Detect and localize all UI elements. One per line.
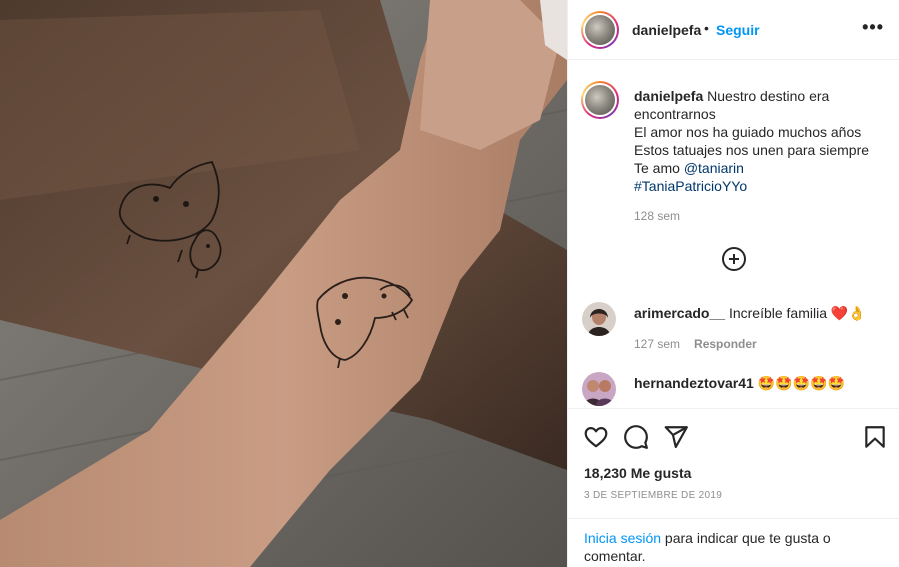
- reply-button[interactable]: Responder: [694, 337, 757, 351]
- caption-line: El amor nos ha guiado muchos años: [634, 124, 862, 140]
- heart-icon[interactable]: [583, 424, 609, 450]
- tattoo-photo: [0, 0, 567, 567]
- post-header: danielpefa • Seguir •••: [568, 0, 899, 60]
- mention-link[interactable]: @taniarin: [684, 160, 744, 176]
- bookmark-icon[interactable]: [862, 424, 888, 450]
- comment-text: hernandeztovar41 🤩🤩🤩🤩🤩: [634, 375, 845, 392]
- hashtag-link[interactable]: #TaniaPatricioYYo: [634, 177, 884, 195]
- share-icon[interactable]: [663, 424, 689, 450]
- comment-icon[interactable]: [623, 424, 649, 450]
- comment-body: Increíble familia: [728, 305, 827, 321]
- caption-line: encontrarnos: [634, 106, 716, 122]
- comment-emoji: 🤩🤩🤩🤩🤩: [757, 375, 845, 391]
- login-prompt: Inicia sesión para indicar que te gusta …: [568, 518, 899, 567]
- post-actions: 18,230 Me gusta 3 DE SEPTIEMBRE DE 2019 …: [568, 408, 899, 567]
- likes-count[interactable]: 18,230 Me gusta: [584, 465, 691, 481]
- author-username[interactable]: danielpefa: [632, 22, 701, 38]
- post-sidebar: danielpefa • Seguir ••• danielpefa Nuest…: [567, 0, 899, 567]
- caption-mention-prefix: Te amo: [634, 160, 684, 176]
- separator-dot: •: [704, 20, 709, 36]
- comment-meta: 127 sem Responder: [634, 337, 757, 351]
- author-avatar[interactable]: [581, 11, 619, 49]
- commenter-username[interactable]: hernandeztovar41: [634, 375, 754, 391]
- login-link[interactable]: Inicia sesión: [584, 530, 661, 546]
- more-options-icon[interactable]: •••: [862, 18, 884, 36]
- login-prompt-text: Inicia sesión para indicar que te gusta …: [584, 529, 884, 565]
- follow-button[interactable]: Seguir: [716, 22, 760, 38]
- commenter-avatar[interactable]: [582, 372, 616, 406]
- caption-text: danielpefa Nuestro destino era encontrar…: [634, 87, 884, 195]
- caption-username[interactable]: danielpefa: [634, 88, 703, 104]
- comment-emoji: ❤️👌: [830, 305, 866, 321]
- caption-avatar[interactable]: [581, 81, 619, 119]
- commenter-avatar[interactable]: [582, 302, 616, 336]
- caption-timestamp: 128 sem: [634, 209, 681, 223]
- plus-circle-icon[interactable]: [722, 247, 746, 271]
- post-date: 3 DE SEPTIEMBRE DE 2019: [584, 490, 723, 501]
- comment-text: arimercado__ Increíble familia ❤️👌: [634, 305, 866, 322]
- commenter-username[interactable]: arimercado__: [634, 305, 725, 321]
- comment-timestamp: 127 sem: [634, 337, 681, 351]
- post-photo[interactable]: [0, 0, 567, 567]
- caption-line: Estos tatuajes nos unen para siempre: [634, 142, 870, 158]
- caption-first-line: Nuestro destino era: [707, 88, 830, 104]
